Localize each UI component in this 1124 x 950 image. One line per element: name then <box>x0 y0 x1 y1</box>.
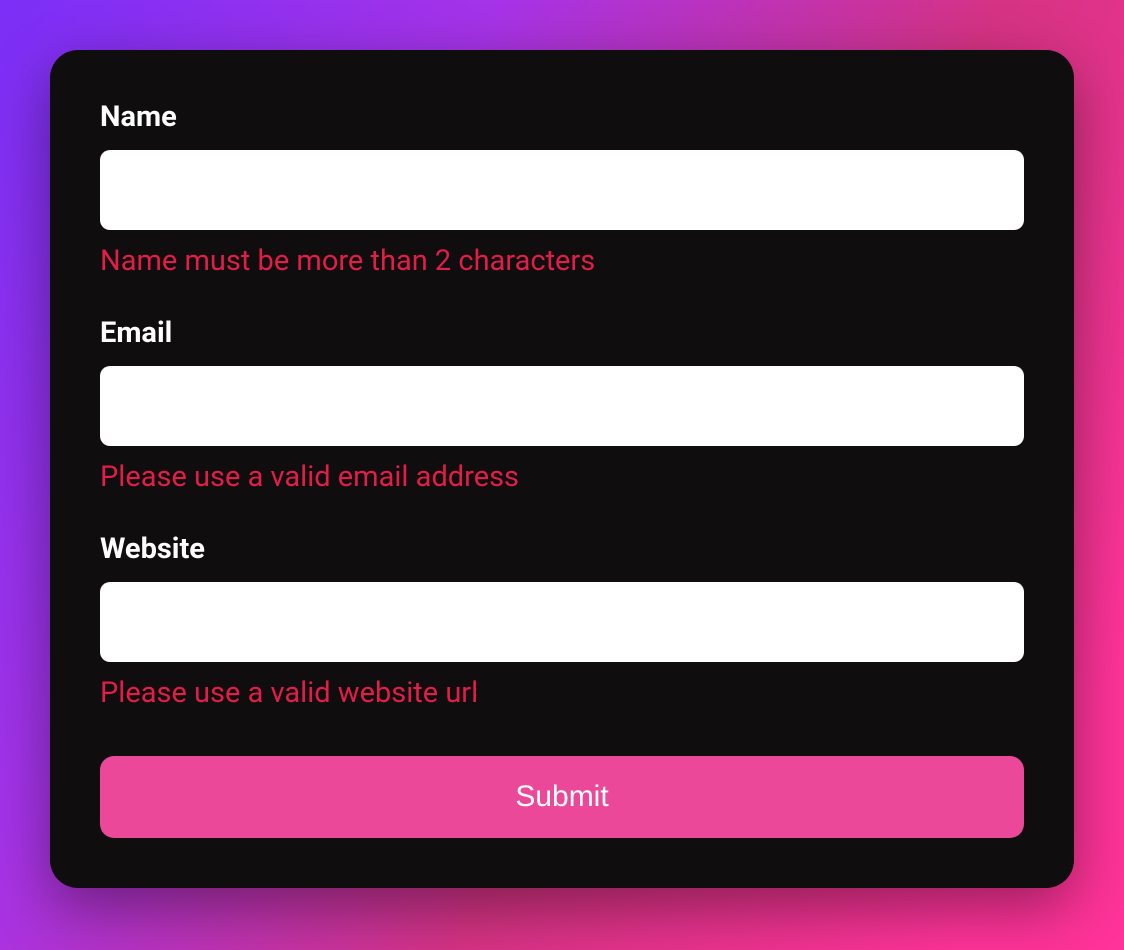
website-input[interactable] <box>100 582 1024 662</box>
email-error-message: Please use a valid email address <box>100 460 1024 494</box>
name-error-message: Name must be more than 2 characters <box>100 244 1024 278</box>
submit-button[interactable]: Submit <box>100 756 1024 838</box>
name-field-group: Name Name must be more than 2 characters <box>100 100 1024 278</box>
website-error-message: Please use a valid website url <box>100 676 1024 710</box>
name-label: Name <box>100 100 1024 134</box>
website-field-group: Website Please use a valid website url <box>100 532 1024 710</box>
name-input[interactable] <box>100 150 1024 230</box>
form-card: Name Name must be more than 2 characters… <box>50 50 1074 888</box>
email-label: Email <box>100 316 1024 350</box>
email-input[interactable] <box>100 366 1024 446</box>
email-field-group: Email Please use a valid email address <box>100 316 1024 494</box>
website-label: Website <box>100 532 1024 566</box>
